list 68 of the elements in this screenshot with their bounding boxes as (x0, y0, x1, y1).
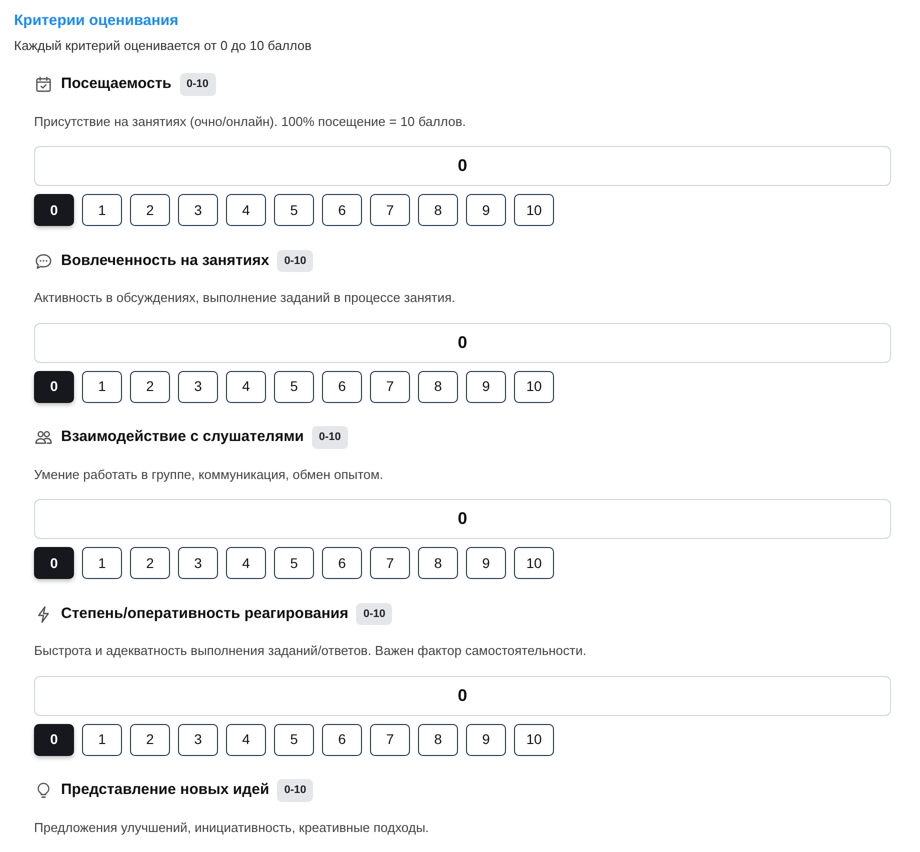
score-button[interactable]: 4 (226, 194, 266, 226)
score-button[interactable]: 10 (514, 370, 554, 402)
criterion-description: Присутствие на занятиях (очно/онлайн). 100% посещение = 10 баллов. (34, 112, 467, 131)
criterion-description: Предложения улучшений, инициативность, креативные подходы. (34, 818, 430, 837)
score-button[interactable]: 8 (418, 547, 458, 579)
score-button[interactable]: 8 (418, 370, 458, 402)
score-button[interactable]: 10 (514, 547, 554, 579)
score-field[interactable]: 0 (34, 676, 891, 716)
score-button[interactable]: 4 (226, 547, 266, 579)
score-button[interactable]: 0 (34, 547, 74, 579)
score-button[interactable]: 5 (274, 724, 314, 756)
range-badge: 0-10 (277, 250, 314, 272)
score-button[interactable]: 0 (34, 370, 74, 402)
range-badge: 0-10 (180, 73, 216, 96)
score-button[interactable]: 0 (34, 724, 74, 756)
score-button[interactable]: 9 (466, 370, 506, 402)
calendar-icon (34, 75, 53, 94)
criterion-description: Активность в обсуждениях, выполнение заданий в процессе занятия. (34, 289, 456, 307)
score-field[interactable]: 0 (34, 499, 891, 539)
score-button[interactable]: 8 (418, 724, 458, 756)
score-button[interactable]: 7 (370, 547, 410, 579)
score-button[interactable]: 9 (466, 547, 506, 579)
score-button[interactable]: 4 (226, 724, 266, 756)
score-button[interactable]: 8 (418, 194, 458, 226)
score-button[interactable]: 1 (82, 370, 122, 402)
score-button[interactable]: 2 (130, 370, 170, 402)
score-button[interactable]: 7 (370, 194, 410, 226)
people-icon (34, 428, 53, 447)
criterion-title: Вовлеченность на занятиях (61, 250, 270, 271)
criterion-title: Представление новых идей (61, 780, 270, 800)
score-button[interactable]: 4 (226, 370, 266, 402)
criterion-title: Взаимодействие с слушателями (61, 427, 304, 448)
criterion-description: Быстрота и адекватность выполнения заданий/ответов. Важен фактор самостоятельности. (34, 642, 588, 660)
criterion-title: Посещаемость (61, 74, 172, 94)
score-button[interactable]: 2 (130, 547, 170, 579)
score-button[interactable]: 5 (274, 370, 314, 402)
criterion-description: Умение работать в группе, коммуникация, обмен опытом. (34, 466, 384, 484)
score-button[interactable]: 6 (322, 370, 362, 402)
score-button[interactable]: 3 (178, 724, 218, 756)
section-subtitle: Каждый критерий оценивается от 0 до 10 баллов (14, 37, 313, 55)
score-button[interactable]: 10 (514, 724, 554, 756)
criterion-title: Степень/оперативность реагирования (61, 604, 348, 624)
score-field[interactable]: 0 (34, 322, 891, 362)
score-button[interactable]: 6 (322, 724, 362, 756)
score-button[interactable]: 9 (466, 194, 506, 226)
section-heading: Критерии оценивания (14, 11, 180, 31)
chat-bubble-icon (34, 252, 53, 270)
score-button[interactable]: 6 (322, 547, 362, 579)
score-button[interactable]: 10 (514, 194, 554, 226)
score-button[interactable]: 5 (274, 194, 314, 226)
score-field[interactable]: 0 (34, 146, 891, 186)
score-button[interactable]: 1 (82, 547, 122, 579)
score-button[interactable]: 2 (130, 194, 170, 226)
score-button[interactable]: 3 (178, 194, 218, 226)
score-button[interactable]: 0 (34, 194, 74, 226)
score-button[interactable]: 1 (82, 724, 122, 756)
score-button[interactable]: 7 (370, 370, 410, 402)
score-button[interactable]: 5 (274, 547, 314, 579)
range-badge: 0-10 (356, 602, 392, 626)
range-badge: 0-10 (277, 779, 314, 802)
score-button[interactable]: 6 (322, 194, 362, 226)
score-button[interactable]: 1 (82, 194, 122, 226)
score-button[interactable]: 7 (370, 724, 410, 756)
range-badge: 0-10 (312, 426, 348, 449)
score-button[interactable]: 3 (178, 370, 218, 402)
score-button[interactable]: 3 (178, 547, 218, 579)
score-button[interactable]: 2 (130, 724, 170, 756)
score-button[interactable]: 9 (466, 724, 506, 756)
